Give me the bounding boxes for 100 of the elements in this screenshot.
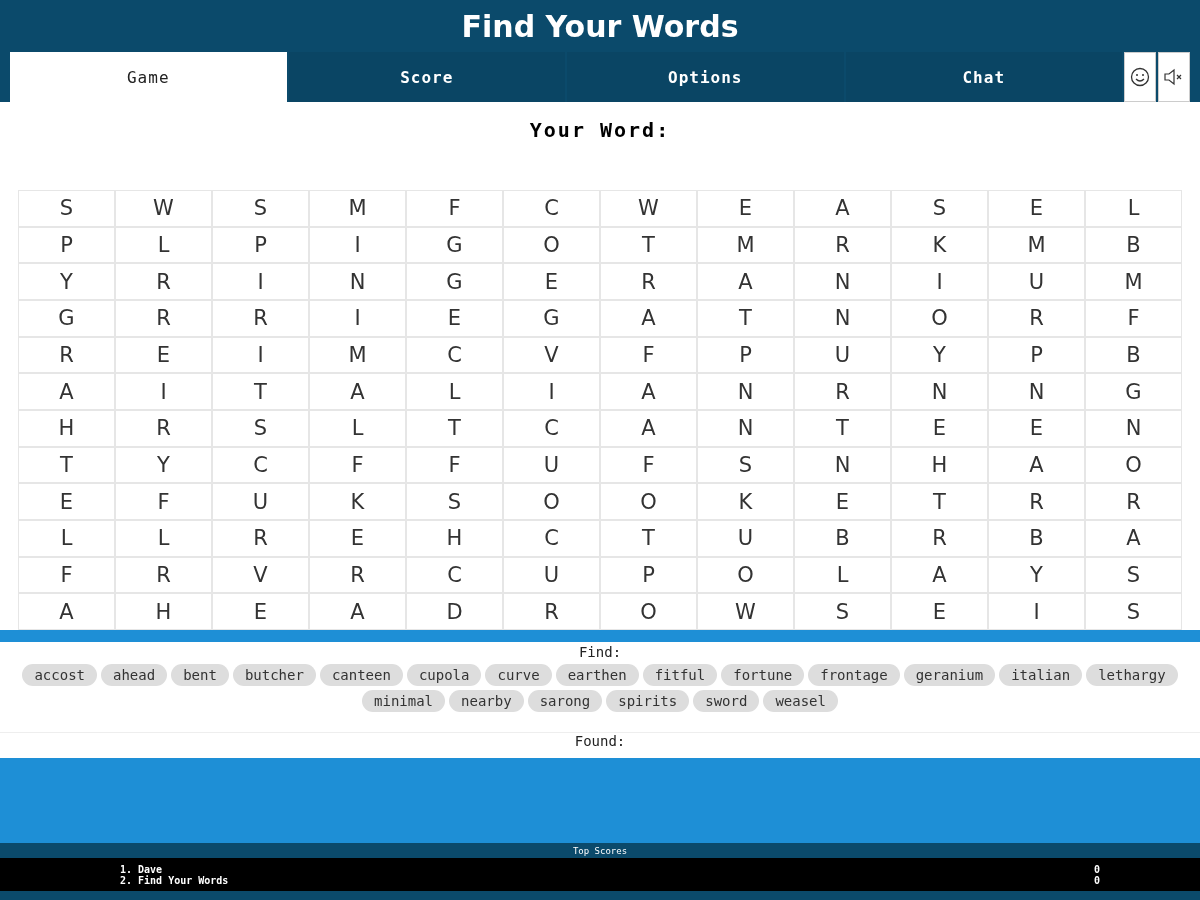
letter-cell[interactable]: R [310,557,405,593]
letter-cell[interactable]: I [504,374,599,409]
letter-cell[interactable]: E [989,191,1084,226]
letter-cell[interactable]: A [310,594,405,629]
letter-cell[interactable]: Y [989,557,1084,593]
letter-cell[interactable]: B [1086,227,1181,263]
letter-cell[interactable]: F [601,447,696,483]
letter-cell[interactable]: F [1086,300,1181,336]
letter-cell[interactable]: R [116,557,211,593]
letter-cell[interactable]: F [407,447,502,483]
letter-cell[interactable]: K [310,484,405,519]
letter-cell[interactable]: V [504,337,599,373]
letter-cell[interactable]: V [213,557,308,593]
letter-cell[interactable]: A [601,410,696,446]
letter-cell[interactable]: G [407,264,502,299]
letter-cell[interactable]: A [19,594,114,629]
letter-cell[interactable]: O [892,300,987,336]
letter-cell[interactable]: T [601,521,696,556]
letter-cell[interactable]: E [19,484,114,519]
letter-cell[interactable]: T [892,484,987,519]
letter-cell[interactable]: G [19,300,114,336]
letter-cell[interactable]: W [601,191,696,226]
letter-cell[interactable]: R [116,264,211,299]
letter-cell[interactable]: G [407,227,502,263]
letter-cell[interactable]: O [601,594,696,629]
letter-cell[interactable]: A [892,557,987,593]
letter-cell[interactable]: O [504,227,599,263]
letter-cell[interactable]: U [989,264,1084,299]
letter-cell[interactable]: S [213,410,308,446]
letter-cell[interactable]: S [407,484,502,519]
letter-cell[interactable]: N [698,374,793,409]
letter-cell[interactable]: F [116,484,211,519]
letter-cell[interactable]: S [1086,557,1181,593]
letter-cell[interactable]: H [407,521,502,556]
letter-cell[interactable]: O [601,484,696,519]
letter-cell[interactable]: C [407,337,502,373]
letter-cell[interactable]: O [698,557,793,593]
letter-cell[interactable]: E [989,410,1084,446]
letter-cell[interactable]: L [19,521,114,556]
letter-cell[interactable]: N [795,447,890,483]
letter-cell[interactable]: E [213,594,308,629]
letter-cell[interactable]: C [504,191,599,226]
letter-cell[interactable]: N [795,264,890,299]
letter-cell[interactable]: T [698,300,793,336]
letter-cell[interactable]: W [698,594,793,629]
letter-cell[interactable]: C [213,447,308,483]
letter-cell[interactable]: H [116,594,211,629]
letter-cell[interactable]: L [310,410,405,446]
letter-cell[interactable]: E [698,191,793,226]
letter-cell[interactable]: I [310,300,405,336]
letter-cell[interactable]: N [989,374,1084,409]
letter-cell[interactable]: M [698,227,793,263]
letter-cell[interactable]: A [1086,521,1181,556]
letter-cell[interactable]: L [795,557,890,593]
letter-cell[interactable]: N [892,374,987,409]
letter-cell[interactable]: K [698,484,793,519]
letter-cell[interactable]: R [601,264,696,299]
letter-cell[interactable]: I [892,264,987,299]
letter-cell[interactable]: M [310,337,405,373]
letter-cell[interactable]: R [504,594,599,629]
letter-cell[interactable]: U [504,557,599,593]
letter-cell[interactable]: E [892,594,987,629]
letter-cell[interactable]: R [892,521,987,556]
letter-cell[interactable]: I [213,264,308,299]
letter-cell[interactable]: C [504,410,599,446]
letter-cell[interactable]: S [892,191,987,226]
letter-cell[interactable]: A [795,191,890,226]
letter-cell[interactable]: B [1086,337,1181,373]
letter-cell[interactable]: E [504,264,599,299]
letter-cell[interactable]: R [213,521,308,556]
tab[interactable]: Score [288,52,565,102]
letter-cell[interactable]: M [1086,264,1181,299]
letter-cell[interactable]: O [1086,447,1181,483]
letter-cell[interactable]: E [310,521,405,556]
letter-cell[interactable]: A [698,264,793,299]
letter-cell[interactable]: F [310,447,405,483]
letter-cell[interactable]: R [795,227,890,263]
tab[interactable]: Chat [845,52,1122,102]
letter-cell[interactable]: N [795,300,890,336]
emoji-button[interactable] [1124,52,1156,102]
letter-cell[interactable]: T [407,410,502,446]
letter-cell[interactable]: M [989,227,1084,263]
letter-cell[interactable]: L [116,521,211,556]
letter-cell[interactable]: C [407,557,502,593]
letter-cell[interactable]: I [310,227,405,263]
letter-cell[interactable]: F [407,191,502,226]
letter-cell[interactable]: R [795,374,890,409]
mute-button[interactable] [1158,52,1190,102]
letter-cell[interactable]: A [601,374,696,409]
letter-cell[interactable]: O [504,484,599,519]
letter-cell[interactable]: U [698,521,793,556]
letter-cell[interactable]: R [116,410,211,446]
letter-cell[interactable]: P [601,557,696,593]
letter-cell[interactable]: R [1086,484,1181,519]
letter-cell[interactable]: A [601,300,696,336]
letter-cell[interactable]: T [795,410,890,446]
letter-cell[interactable]: E [116,337,211,373]
letter-cell[interactable]: P [19,227,114,263]
letter-cell[interactable]: P [989,337,1084,373]
letter-cell[interactable]: E [892,410,987,446]
